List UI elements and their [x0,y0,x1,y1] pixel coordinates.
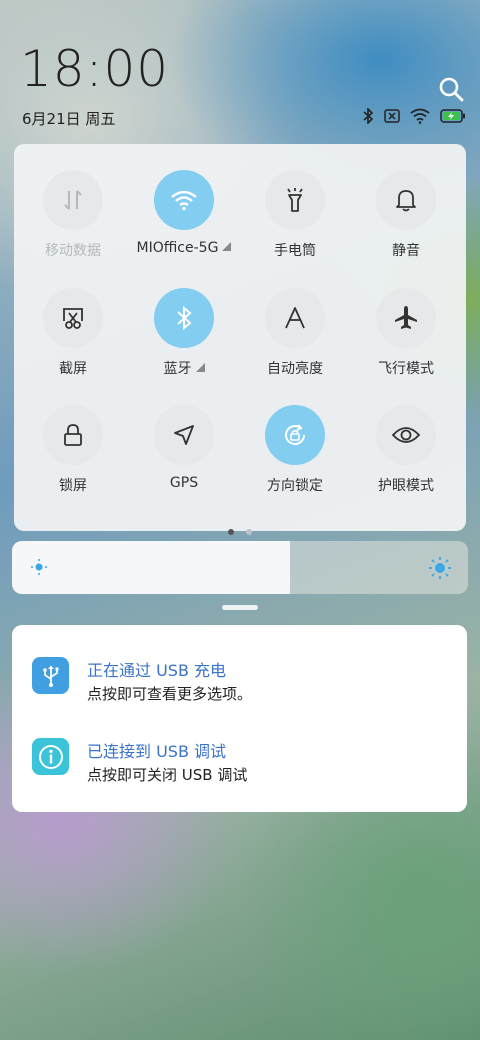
notification-title: 正在通过 USB 充电 [87,661,227,680]
search-icon[interactable] [438,76,464,102]
notification-usb-debugging[interactable]: 已连接到 USB 调试 点按即可关闭 USB 调试 [32,738,452,786]
tile-gps[interactable]: GPS [129,405,239,491]
auto-brightness-icon [265,288,325,348]
tile-mobile-data[interactable]: 移动数据 [18,170,128,260]
page-dot-2[interactable] [246,529,252,535]
flashlight-icon [265,170,325,230]
bell-icon [376,170,436,230]
tile-bluetooth[interactable]: 蓝牙 [129,288,239,378]
page-dot-1[interactable] [228,529,234,535]
tile-label: MIOffice-5G [129,240,239,256]
date: 6月21日 周五 [22,110,116,128]
eye-icon [376,405,436,465]
brightness-slider[interactable] [12,541,468,594]
bluetooth-status-icon [363,108,374,124]
tile-label: GPS [169,475,199,491]
tile-flashlight[interactable]: 手电筒 [240,170,350,260]
mobile-data-icon [43,170,103,230]
screenshot-icon [43,288,103,348]
page-indicator [14,520,466,539]
battery-charging-icon [440,109,465,123]
tile-airplane[interactable]: 飞行模式 [351,288,461,378]
tile-screenshot[interactable]: 截屏 [18,288,128,378]
quick-settings-panel: 移动数据 MIOffice-5G 手电筒 静音 截屏 蓝牙 自动亮度 飞行模式 … [14,144,466,535]
tile-label: 方向锁定 [267,478,323,494]
clock: 18:00 [20,40,170,98]
tile-label: 静音 [392,243,420,259]
tile-label: 移动数据 [45,243,101,259]
notification-card: 正在通过 USB 充电 点按即可查看更多选项。 已连接到 USB 调试 点按即可… [12,625,467,812]
tile-label: 截屏 [59,361,87,377]
info-icon [32,738,69,775]
no-sim-icon [384,109,400,123]
brightness-high-icon [429,557,451,579]
brightness-fill [12,541,291,594]
rotation-lock-icon [265,405,325,465]
tile-eye-care[interactable]: 护眼模式 [351,405,461,495]
tile-label: 蓝牙 [129,358,239,378]
usb-icon [32,657,69,694]
tile-lock-screen[interactable]: 锁屏 [18,405,128,495]
status-bar-icons [362,108,466,124]
lock-icon [43,405,103,465]
wifi-icon [154,170,214,230]
tile-label: 锁屏 [59,478,87,494]
wifi-status-icon [410,108,430,124]
bluetooth-icon [154,288,214,348]
tile-wifi[interactable]: MIOffice-5G [129,170,239,256]
expand-arrow-icon [195,363,205,372]
tile-label: 飞行模式 [378,361,434,377]
tile-label: 自动亮度 [267,361,323,377]
notification-usb-charging[interactable]: 正在通过 USB 充电 点按即可查看更多选项。 [32,657,452,705]
airplane-icon [376,288,436,348]
drag-handle[interactable] [222,605,258,610]
expand-arrow-icon [222,242,232,251]
notification-text: 点按即可关闭 USB 调试 [87,766,248,784]
gps-icon [154,405,214,465]
tile-silent[interactable]: 静音 [351,170,461,260]
tile-label: 护眼模式 [378,478,434,494]
tile-rotation-lock[interactable]: 方向锁定 [240,405,350,495]
tile-auto-brightness[interactable]: 自动亮度 [240,288,350,378]
brightness-low-icon [31,559,47,575]
notification-title: 已连接到 USB 调试 [87,742,227,761]
notification-text: 点按即可查看更多选项。 [87,685,253,703]
tile-label: 手电筒 [274,243,316,259]
